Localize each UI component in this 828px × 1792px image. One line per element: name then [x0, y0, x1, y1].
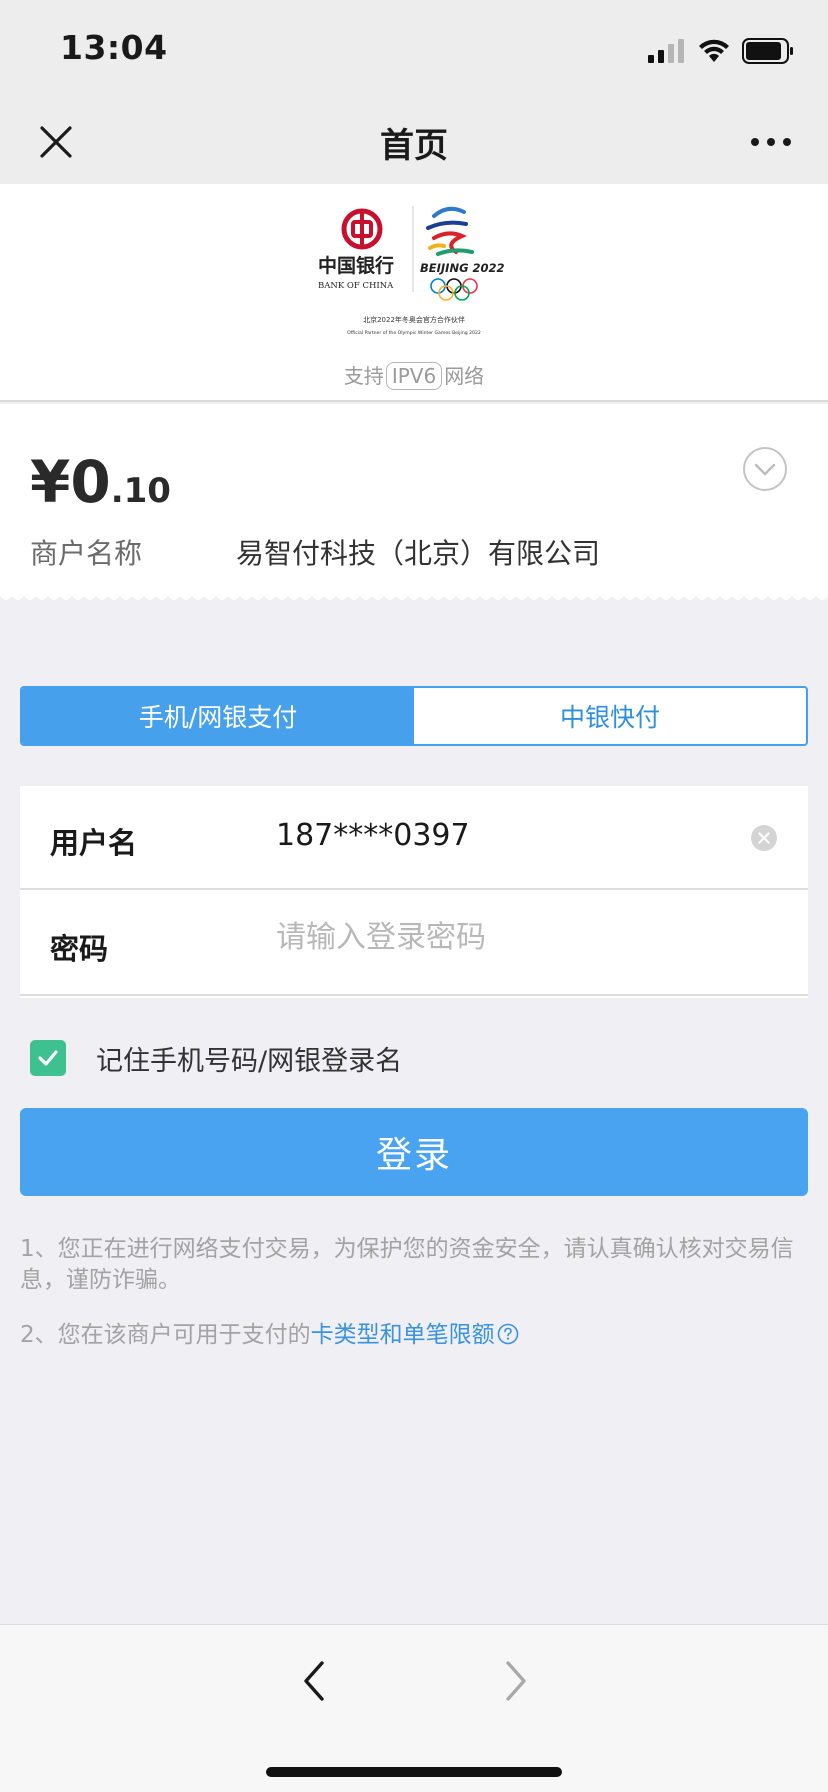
status-icons — [648, 36, 794, 66]
bank-name-cn: 中国银行 — [318, 254, 394, 277]
wifi-icon — [699, 39, 729, 62]
ipv6-suffix: 网络 — [444, 364, 485, 388]
payment-method-tabs: 手机/网银支付 中银快付 — [20, 686, 808, 746]
ipv6-support: 支持 IPV6 网络 — [0, 360, 828, 390]
login-form: 用户名 187****0397 密码 — [20, 786, 808, 998]
tab-mobile-online-banking[interactable]: 手机/网银支付 — [22, 688, 414, 744]
ipv6-prefix: 支持 — [343, 364, 384, 388]
remember-checkbox[interactable] — [30, 1040, 66, 1076]
back-arrow-icon[interactable] — [298, 1655, 330, 1707]
partner-cn: 北京2022年冬奥会官方合作伙伴 — [363, 315, 465, 324]
signal-icon — [648, 39, 684, 63]
chevron-down-icon[interactable] — [742, 446, 788, 492]
more-icon[interactable] — [748, 122, 794, 162]
tab-boc-quick-pay[interactable]: 中银快付 — [414, 688, 806, 744]
bank-banner: 中国银行 BANK OF CHINA BEIJING 2022 北京2022年冬… — [0, 184, 828, 402]
note-1: 1、您正在进行网络支付交易，为保护您的资金安全，请认真确认核对交易信息，谨防诈骗… — [20, 1236, 794, 1293]
password-label: 密码 — [50, 932, 109, 966]
bank-olympic-logo: 中国银行 BANK OF CHINA BEIJING 2022 北京2022年冬… — [318, 206, 505, 336]
home-indicator — [266, 1767, 562, 1777]
amount-decimal: .10 — [110, 471, 171, 511]
forward-arrow-icon[interactable] — [500, 1655, 532, 1707]
username-label: 用户名 — [50, 826, 138, 860]
username-field[interactable]: 187****0397 — [276, 818, 696, 853]
order-card: ¥0.10 商户名称 易智付科技（北京）有限公司 — [0, 404, 828, 594]
amount-integer: 0 — [70, 448, 111, 516]
games-name: BEIJING 2022 — [420, 261, 505, 275]
nav-bar: 首页 — [0, 100, 828, 184]
username-row: 用户名 187****0397 — [20, 786, 808, 890]
battery-icon — [742, 38, 793, 64]
password-row: 密码 — [20, 892, 808, 996]
partner-en: Official Partner of the Olympic Winter G… — [347, 330, 481, 336]
bank-name-en: BANK OF CHINA — [318, 281, 394, 291]
security-notes: 1、您正在进行网络支付交易，为保护您的资金安全，请认真确认核对交易信息，谨防诈骗… — [20, 1234, 810, 1351]
remember-login[interactable]: 记住手机号码/网银登录名 — [30, 1040, 403, 1077]
merchant-name: 易智付科技（北京）有限公司 — [236, 537, 601, 570]
page-title: 首页 — [380, 126, 448, 166]
check-icon — [38, 1050, 58, 1066]
payment-amount: ¥0.10 — [30, 448, 171, 516]
merchant-label: 商户名称 — [30, 537, 143, 570]
note-2: 2、您在该商户可用于支付的卡类型和单笔限额 — [20, 1320, 810, 1351]
card-limit-link[interactable]: 卡类型和单笔限额 — [311, 1322, 495, 1348]
help-icon[interactable] — [497, 1323, 519, 1345]
currency-symbol: ¥ — [30, 448, 71, 516]
remember-label: 记住手机号码/网银登录名 — [96, 1045, 403, 1077]
status-bar: 13:04 — [0, 0, 828, 100]
clear-icon[interactable] — [750, 824, 778, 852]
status-time: 13:04 — [60, 28, 168, 67]
note-2-text: 2、您在该商户可用于支付的 — [20, 1322, 311, 1348]
bottom-toolbar — [0, 1624, 828, 1792]
password-input[interactable] — [276, 920, 716, 955]
ipv6-tag: IPV6 — [385, 362, 443, 390]
receipt-edge — [0, 592, 828, 600]
login-button[interactable]: 登录 — [20, 1108, 808, 1196]
